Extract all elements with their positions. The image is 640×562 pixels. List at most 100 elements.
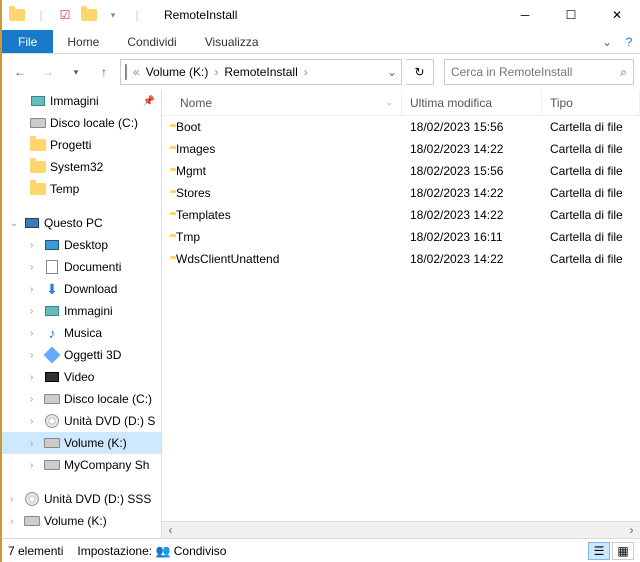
scroll-right-icon[interactable]: › — [623, 523, 640, 537]
tree-item[interactable]: ›Oggetti 3D — [2, 344, 161, 366]
status-bar: 7 elementi Impostazione: 👥 Condiviso ☰ ▦ — [2, 538, 640, 562]
file-name: Mgmt — [176, 164, 206, 178]
file-name: WdsClientUnattend — [176, 252, 279, 266]
column-header-modified[interactable]: Ultima modifica — [402, 90, 542, 115]
maximize-button[interactable]: ☐ — [548, 0, 594, 30]
music-icon: ♪ — [44, 325, 60, 341]
qat-properties-icon[interactable]: ☑ — [54, 4, 76, 26]
tree-item[interactable]: ⌄Questo PC — [2, 212, 161, 234]
help-icon[interactable]: ? — [618, 30, 640, 53]
expand-arrow-icon[interactable]: › — [30, 438, 40, 449]
expand-arrow-icon[interactable]: › — [30, 240, 40, 251]
doc-icon — [44, 259, 60, 275]
tree-item[interactable]: ›Volume (K:) — [2, 510, 161, 532]
folder-app-icon — [6, 4, 28, 26]
tree-item[interactable]: Disco locale (C:) — [2, 112, 161, 134]
back-button[interactable]: ← — [8, 60, 32, 84]
tree-item[interactable]: Temp — [2, 178, 161, 200]
pic-icon — [44, 303, 60, 319]
expand-arrow-icon[interactable]: › — [30, 306, 40, 317]
search-box[interactable]: ⌕ — [444, 59, 634, 85]
search-icon[interactable]: ⌕ — [620, 65, 627, 80]
icons-view-button[interactable]: ▦ — [612, 542, 634, 560]
file-row[interactable]: Tmp18/02/2023 16:11Cartella di file — [162, 226, 640, 248]
tree-item-label: System32 — [50, 160, 103, 174]
details-view-button[interactable]: ☰ — [588, 542, 610, 560]
expand-arrow-icon[interactable]: › — [30, 460, 40, 471]
qat-newfolder-icon[interactable] — [78, 4, 100, 26]
tree-item-label: Immagini — [64, 304, 113, 318]
expand-arrow-icon[interactable]: › — [30, 284, 40, 295]
file-row[interactable]: WdsClientUnattend18/02/2023 14:22Cartell… — [162, 248, 640, 270]
tree-item[interactable]: ›Documenti — [2, 256, 161, 278]
scroll-left-icon[interactable]: ‹ — [162, 523, 179, 537]
tab-view[interactable]: Visualizza — [191, 30, 273, 53]
expand-arrow-icon[interactable]: › — [30, 328, 40, 339]
window-title: RemoteInstall — [152, 8, 237, 22]
expand-arrow-icon[interactable]: › — [10, 494, 20, 505]
ribbon-collapse-icon[interactable]: ⌄ — [596, 30, 618, 53]
expand-arrow-icon[interactable]: › — [30, 372, 40, 383]
chevron-right-icon[interactable]: › — [304, 65, 308, 79]
tab-home[interactable]: Home — [53, 30, 113, 53]
file-name: Images — [176, 142, 215, 156]
search-input[interactable] — [451, 65, 620, 79]
tree-item[interactable]: ›Desktop — [2, 234, 161, 256]
address-dropdown-icon[interactable]: ⌄ — [387, 65, 397, 79]
file-row[interactable]: Boot18/02/2023 15:56Cartella di file — [162, 116, 640, 138]
file-row[interactable]: Images18/02/2023 14:22Cartella di file — [162, 138, 640, 160]
minimize-button[interactable]: ─ — [502, 0, 548, 30]
tree-item[interactable]: ›Volume (K:) — [2, 432, 161, 454]
tree-item[interactable]: ›Disco locale (C:) — [2, 388, 161, 410]
tree-item[interactable]: ›Unità DVD (D:) S — [2, 410, 161, 432]
horizontal-scrollbar[interactable]: ‹ › — [162, 521, 640, 538]
expand-arrow-icon[interactable]: › — [10, 516, 20, 527]
pin-icon: 📌 — [143, 96, 155, 107]
tree-item[interactable]: ›MyCompany Sh — [2, 454, 161, 476]
tree-item-label: Video — [64, 370, 94, 384]
tree-item[interactable]: System32 — [2, 156, 161, 178]
expand-arrow-icon[interactable]: › — [30, 262, 40, 273]
column-header-type[interactable]: Tipo — [542, 90, 640, 115]
tree-item[interactable]: ›⬇Download — [2, 278, 161, 300]
navigation-bar: ← → ▾ ↑ « Volume (K:) › RemoteInstall › … — [2, 54, 640, 90]
chevron-right-icon[interactable]: › — [214, 65, 218, 79]
breadcrumb-item[interactable]: RemoteInstall — [224, 65, 297, 79]
column-headers: Nome⌄ Ultima modifica Tipo — [162, 90, 640, 116]
disk-icon — [44, 457, 60, 473]
recent-dropdown-icon[interactable]: ▾ — [64, 60, 88, 84]
file-row[interactable]: Templates18/02/2023 14:22Cartella di fil… — [162, 204, 640, 226]
expand-arrow-icon[interactable]: › — [30, 416, 40, 427]
tree-item[interactable]: › Video — [2, 366, 161, 388]
file-type: Cartella di file — [542, 142, 640, 156]
tree-item[interactable]: ›Unità DVD (D:) SSS — [2, 488, 161, 510]
tree-item-label: Musica — [64, 326, 102, 340]
expand-arrow-icon[interactable]: › — [30, 394, 40, 405]
column-header-name[interactable]: Nome⌄ — [162, 90, 402, 115]
item-count: 7 elementi — [8, 544, 63, 558]
navigation-pane[interactable]: Immagini📌Disco locale (C:)ProgettiSystem… — [2, 90, 162, 538]
file-list-pane: Nome⌄ Ultima modifica Tipo Boot18/02/202… — [162, 90, 640, 538]
tree-item[interactable]: Progetti — [2, 134, 161, 156]
up-button[interactable]: ↑ — [92, 60, 116, 84]
tree-item[interactable]: › ♪ Musica — [2, 322, 161, 344]
file-row[interactable]: Stores18/02/2023 14:22Cartella di file — [162, 182, 640, 204]
tree-item[interactable]: › Immagini — [2, 300, 161, 322]
close-button[interactable]: ✕ — [594, 0, 640, 30]
forward-button[interactable]: → — [36, 60, 60, 84]
file-name: Stores — [176, 186, 211, 200]
expand-arrow-icon[interactable]: ⌄ — [10, 218, 20, 229]
file-type: Cartella di file — [542, 230, 640, 244]
expand-arrow-icon[interactable]: › — [30, 350, 40, 361]
breadcrumb-sep-icon[interactable]: « — [133, 65, 140, 79]
file-type: Cartella di file — [542, 164, 640, 178]
tree-item[interactable]: Immagini📌 — [2, 90, 161, 112]
desk-icon — [44, 237, 60, 253]
tab-share[interactable]: Condividi — [113, 30, 190, 53]
qat-dropdown-icon[interactable]: ▾ — [102, 4, 124, 26]
breadcrumb-item[interactable]: Volume (K:) — [146, 65, 209, 79]
refresh-button[interactable]: ↻ — [406, 59, 434, 85]
file-row[interactable]: Mgmt18/02/2023 15:56Cartella di file — [162, 160, 640, 182]
address-bar[interactable]: « Volume (K:) › RemoteInstall › ⌄ — [120, 59, 402, 85]
file-tab[interactable]: File — [2, 30, 53, 53]
